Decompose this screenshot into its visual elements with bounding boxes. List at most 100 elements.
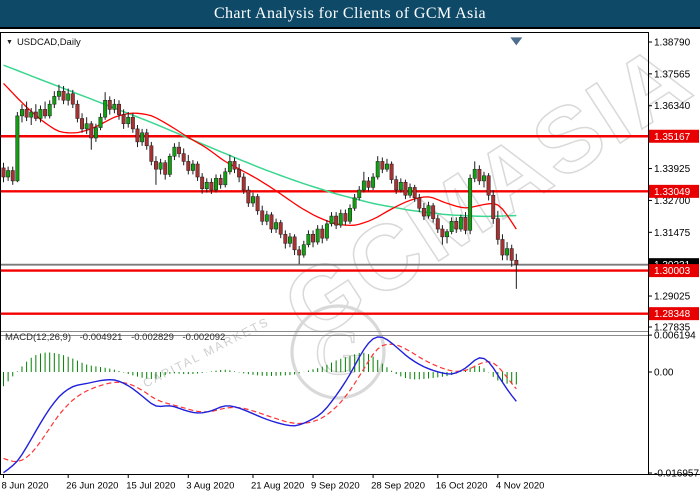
candle bbox=[302, 245, 305, 255]
chart-area[interactable]: GGCMASIACAPITAL MARKETS1.387901.375651.3… bbox=[0, 29, 700, 500]
candle bbox=[48, 104, 51, 116]
candle bbox=[127, 117, 130, 124]
price-chart-canvas[interactable]: GGCMASIACAPITAL MARKETS1.387901.375651.3… bbox=[0, 29, 700, 500]
candle bbox=[66, 94, 69, 101]
candle bbox=[307, 234, 310, 244]
macd-indicator-label: MACD(12,26,9) -0.004921 -0.002829 -0.002… bbox=[5, 332, 231, 343]
candle bbox=[408, 187, 411, 195]
candle bbox=[154, 161, 157, 169]
macd-signal-line bbox=[4, 344, 517, 461]
candle bbox=[99, 117, 102, 127]
candle bbox=[478, 169, 481, 181]
candle bbox=[418, 198, 421, 208]
candle bbox=[210, 182, 213, 190]
candle bbox=[53, 96, 56, 104]
line-price-label: 1.33049 bbox=[649, 185, 699, 198]
candle bbox=[288, 237, 291, 244]
candle bbox=[261, 211, 264, 221]
svg-text:1.35167: 1.35167 bbox=[654, 132, 691, 143]
candle bbox=[16, 116, 19, 181]
candle bbox=[468, 178, 471, 230]
macd-axis-label: 0.006194 bbox=[654, 331, 696, 342]
candle bbox=[441, 229, 444, 237]
candle bbox=[330, 216, 333, 224]
candle bbox=[348, 208, 351, 221]
candle bbox=[30, 112, 33, 117]
candle bbox=[159, 163, 162, 170]
down-arrow-marker[interactable] bbox=[510, 37, 522, 45]
candle bbox=[25, 109, 28, 117]
candle bbox=[191, 164, 194, 171]
candle bbox=[325, 224, 328, 238]
candle bbox=[344, 213, 347, 221]
price-axis-label: 1.31475 bbox=[654, 228, 691, 239]
symbol-period-selector[interactable]: ▼ USDCAD,Daily bbox=[6, 37, 81, 48]
candle bbox=[404, 182, 407, 195]
candle bbox=[113, 104, 116, 109]
candle bbox=[431, 206, 434, 219]
candle bbox=[6, 171, 9, 178]
time-axis-label: 26 Jun 2020 bbox=[66, 481, 118, 492]
macd-main-line bbox=[4, 337, 517, 473]
candle bbox=[381, 161, 384, 169]
candle bbox=[445, 232, 448, 237]
candle bbox=[140, 133, 143, 142]
candle bbox=[103, 100, 106, 117]
candle bbox=[321, 229, 324, 238]
svg-text:1.33049: 1.33049 bbox=[654, 187, 691, 198]
candle bbox=[39, 109, 42, 118]
candle bbox=[187, 161, 190, 170]
candle bbox=[293, 237, 296, 250]
macd-main-value: -0.004921 bbox=[80, 332, 123, 343]
time-axis-label: 9 Sep 2020 bbox=[311, 481, 360, 492]
candle bbox=[515, 260, 518, 264]
candle bbox=[297, 250, 300, 255]
macd-axis-label: -0.016957 bbox=[654, 468, 699, 479]
candle bbox=[94, 128, 97, 138]
candle bbox=[196, 164, 199, 177]
candle bbox=[117, 104, 120, 114]
candle bbox=[57, 91, 60, 96]
watermark-tagline: CAPITAL MARKETS bbox=[141, 314, 272, 390]
page-title: Chart Analysis for Clients of GCM Asia bbox=[214, 5, 486, 23]
time-axis-label: 8 Jun 2020 bbox=[2, 481, 49, 492]
line-price-label: 1.30003 bbox=[649, 264, 699, 277]
candle bbox=[270, 215, 273, 229]
time-axis-label: 21 Aug 2020 bbox=[251, 481, 304, 492]
macd-pane bbox=[4, 337, 517, 473]
candle bbox=[362, 181, 365, 190]
price-axis-label: 1.38790 bbox=[654, 38, 691, 49]
candle bbox=[20, 109, 23, 116]
candle bbox=[182, 154, 185, 162]
symbol-label: USDCAD,Daily bbox=[17, 37, 81, 48]
candle bbox=[353, 198, 356, 208]
candle bbox=[214, 178, 217, 190]
candle bbox=[80, 118, 83, 128]
candle bbox=[85, 124, 88, 129]
macd-signal-value: -0.002829 bbox=[131, 332, 174, 343]
candle bbox=[334, 216, 337, 225]
candle bbox=[205, 182, 208, 189]
price-axis-label: 1.36340 bbox=[654, 101, 691, 112]
chevron-down-icon[interactable]: ▼ bbox=[6, 39, 13, 46]
candle bbox=[496, 219, 499, 240]
candle bbox=[136, 129, 139, 142]
candle bbox=[395, 180, 398, 190]
candle bbox=[459, 217, 462, 229]
candle bbox=[11, 171, 14, 181]
candle bbox=[122, 115, 125, 124]
candle bbox=[71, 94, 74, 104]
candle bbox=[274, 223, 277, 230]
candle bbox=[501, 239, 504, 255]
svg-text:1.30003: 1.30003 bbox=[654, 266, 691, 277]
time-axis-label: 15 Jul 2020 bbox=[126, 481, 175, 492]
candle bbox=[492, 195, 495, 218]
candle bbox=[279, 223, 282, 235]
candle bbox=[510, 249, 513, 261]
candle bbox=[265, 215, 268, 222]
candle bbox=[413, 187, 416, 197]
candle bbox=[247, 190, 250, 203]
candle bbox=[242, 177, 245, 190]
time-axis: 8 Jun 202026 Jun 202015 Jul 20203 Aug 20… bbox=[2, 475, 545, 492]
title-bar: Chart Analysis for Clients of GCM Asia bbox=[0, 0, 700, 29]
